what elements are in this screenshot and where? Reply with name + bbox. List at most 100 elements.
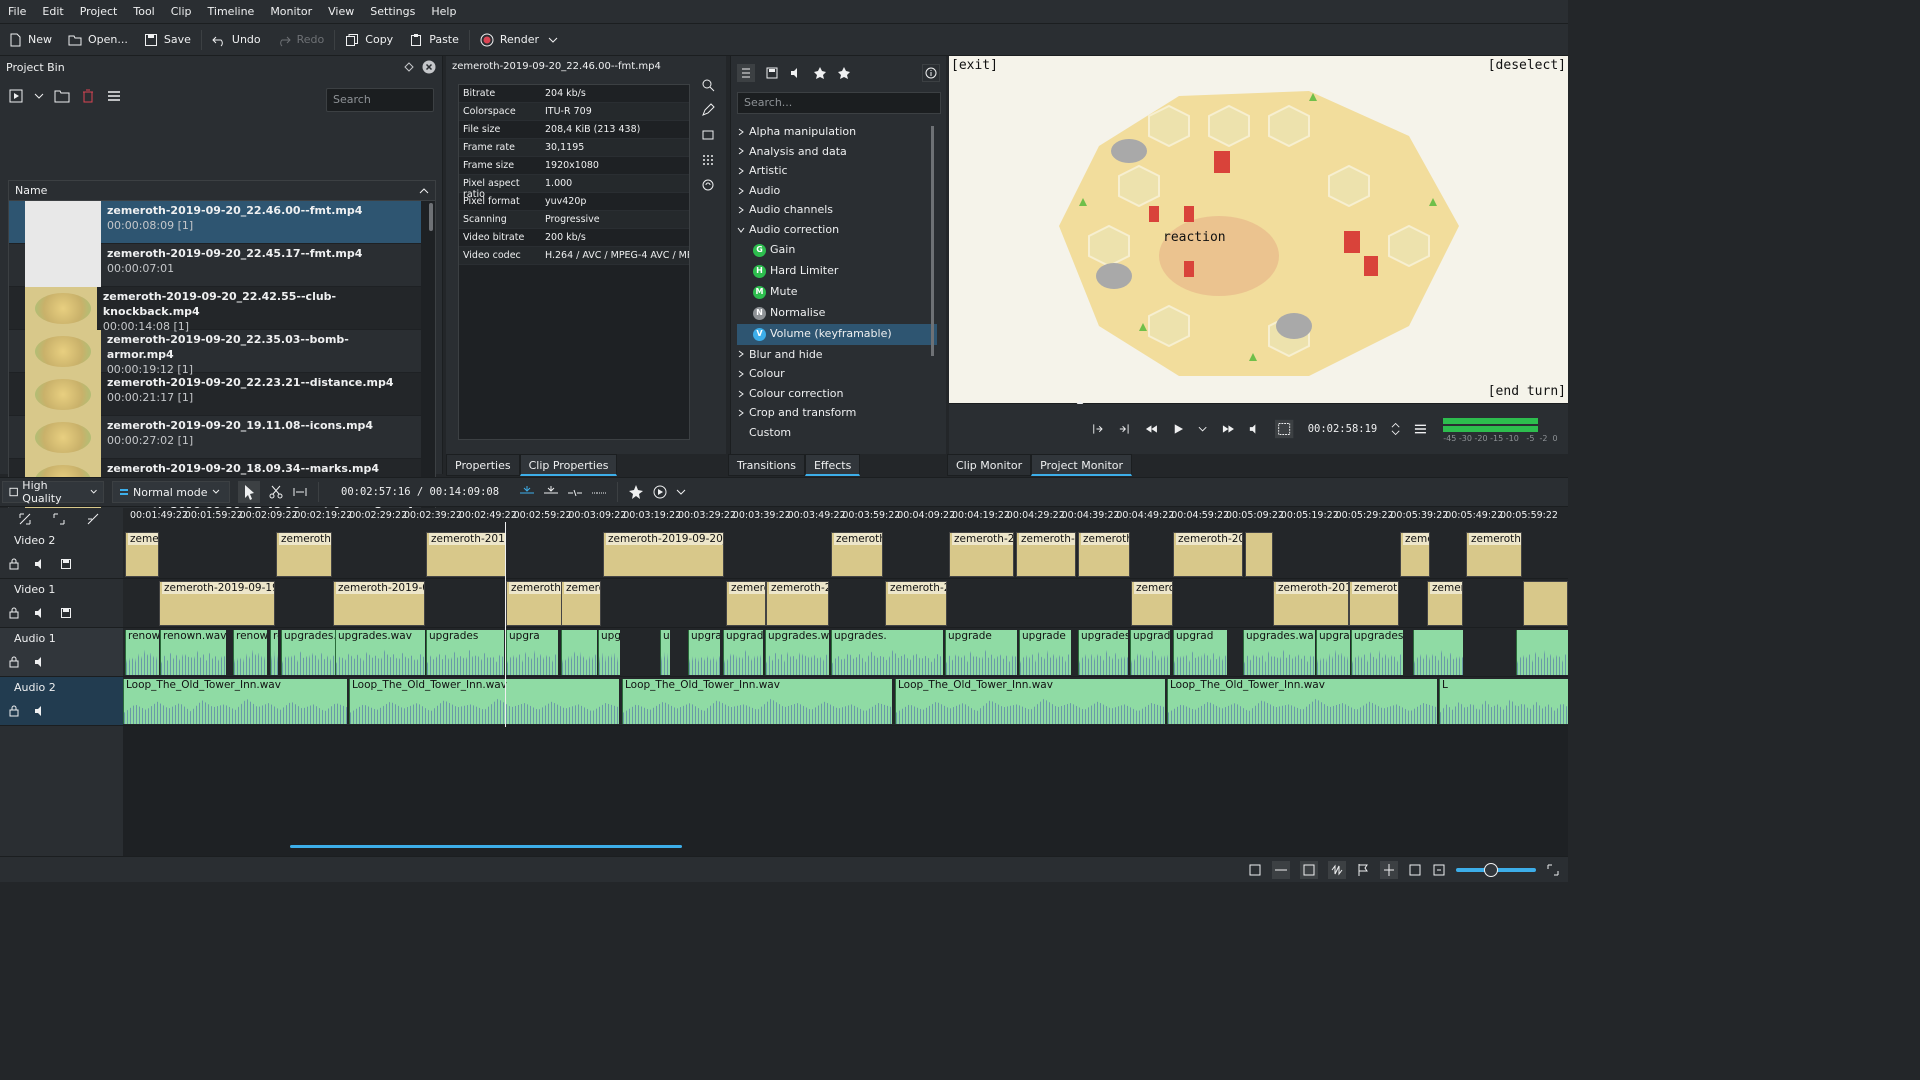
custom-effects-icon[interactable]	[813, 66, 827, 80]
effect-item[interactable]: G Gain	[737, 240, 937, 261]
audio-clip[interactable]: upgrade	[945, 630, 1017, 675]
new-button[interactable]: New	[0, 24, 60, 56]
video-clip[interactable]: zemeroth-2019-09-20_12	[603, 532, 724, 577]
audio-clip[interactable]: upgrades.w	[1078, 630, 1128, 675]
speaker-icon[interactable]	[34, 705, 46, 717]
expand-tracks-icon[interactable]	[52, 512, 66, 526]
video-clip[interactable]: zemeroth-20	[1016, 532, 1076, 577]
effect-category[interactable]: Artistic	[737, 161, 937, 181]
audio-clip[interactable]: upgrades.w	[1351, 630, 1403, 675]
video-clip[interactable]: zemeroth-2019-09-	[333, 581, 425, 626]
effect-category[interactable]: Colour correction	[737, 384, 937, 404]
favorite-star-icon[interactable]	[628, 484, 644, 500]
track-lane-audio-1[interactable]: renown.wav renown.wav renow renown.w upgrade…	[123, 628, 1568, 677]
video-clip[interactable]: zemero	[726, 581, 766, 626]
track-lane-video-2[interactable]: zemero zemeroth-2 zemeroth-2019-0 zemeroth-…	[123, 530, 1568, 579]
insert-clip-icon[interactable]	[519, 484, 535, 500]
video-clip[interactable]: zemeroth-201	[949, 532, 1014, 577]
video-clip[interactable]: zemeroth-2019	[1273, 581, 1349, 626]
audio-effects-icon[interactable]	[789, 66, 803, 80]
menu-icon[interactable]	[106, 88, 122, 104]
audio-clip[interactable]: upgrades.wav	[765, 630, 829, 675]
audio-clip[interactable]: upgrades.wa	[688, 630, 720, 675]
audio-clip[interactable]: L	[1439, 679, 1568, 724]
audio-clip[interactable]: upgrad	[1173, 630, 1227, 675]
video-clip[interactable]: zemeroth-20	[766, 581, 829, 626]
delete-icon[interactable]	[80, 88, 96, 104]
lift-icon[interactable]	[591, 484, 607, 500]
audio-clip[interactable]: upgrades.wav	[335, 630, 425, 675]
audio-clip[interactable]: Loop_The_Old_Tower_Inn.wav	[123, 679, 347, 724]
grid-icon[interactable]	[701, 153, 715, 167]
list-icon[interactable]	[737, 64, 755, 82]
zone-icon[interactable]	[1275, 419, 1294, 439]
effect-category[interactable]: Audio channels	[737, 200, 937, 220]
audio-clip[interactable]	[561, 630, 597, 675]
float-panel-icon[interactable]	[404, 62, 414, 72]
bin-column-header[interactable]: Name	[9, 181, 435, 201]
hamburger-menu-icon[interactable]	[1414, 422, 1427, 436]
edit-mode-select[interactable]: Normal mode	[112, 481, 230, 503]
fit-zoom-icon[interactable]	[18, 512, 32, 526]
track-header-video-1[interactable]: Video 1	[0, 579, 123, 628]
video-clip[interactable]: zemer	[1400, 532, 1430, 577]
monitor-timecode[interactable]: 00:02:58:19	[1308, 423, 1378, 435]
effects-scrollbar[interactable]	[931, 126, 934, 356]
empty-timeline-area[interactable]	[123, 726, 1568, 856]
zoom-fit-icon[interactable]	[1408, 863, 1422, 877]
video-thumbnails-icon[interactable]	[1300, 860, 1318, 879]
edit-icon[interactable]	[701, 103, 715, 117]
undo-button[interactable]: Undo	[204, 24, 269, 56]
audio-clip[interactable]: renown.wav	[160, 630, 226, 675]
audio-clip[interactable]: upgrades.wav	[1316, 630, 1350, 675]
audio-clip[interactable]: Loop_The_Old_Tower_Inn.wav	[349, 679, 619, 724]
audio-clip[interactable]: upgrades.wav	[1130, 630, 1170, 675]
audio-clip[interactable]: Loop_The_Old_Tower_Inn.wav	[622, 679, 892, 724]
audio-clip[interactable]: upgrades.wa	[1243, 630, 1315, 675]
video-clip[interactable]: zemero	[125, 532, 159, 577]
effect-category[interactable]: Analysis and data	[737, 142, 937, 162]
zoom-slider-handle[interactable]	[1484, 862, 1498, 877]
tab-effects[interactable]: Effects	[804, 454, 861, 476]
zoom-out-icon[interactable]	[1432, 863, 1446, 877]
bin-search-input[interactable]: Search	[326, 88, 434, 112]
snap-icon[interactable]	[1248, 863, 1262, 877]
bin-clip-item[interactable]: zemeroth-2019-09-20_22.42.55--club-knock…	[9, 287, 421, 333]
video-clip[interactable]: zemero	[1427, 581, 1463, 626]
speaker-icon[interactable]	[34, 607, 46, 619]
effect-category[interactable]: Crop and transform	[737, 403, 937, 423]
razor-tool-icon[interactable]	[268, 484, 284, 500]
menu-clip[interactable]: Clip	[163, 0, 200, 24]
lock-icon[interactable]	[8, 705, 20, 717]
split-audio-icon[interactable]	[86, 512, 100, 526]
tab-clip-monitor[interactable]: Clip Monitor	[947, 454, 1032, 476]
track-header-video-2[interactable]: Video 2	[0, 530, 123, 579]
menu-tool[interactable]: Tool	[125, 0, 162, 24]
video-clip[interactable]: zemeroth-2	[1466, 532, 1522, 577]
effect-item[interactable]: V Volume (keyframable)	[737, 323, 937, 345]
menu-monitor[interactable]: Monitor	[262, 0, 320, 24]
bin-scrollbar[interactable]	[429, 203, 433, 231]
chevron-down-icon[interactable]	[34, 91, 44, 101]
video-clip[interactable]: zemeroth	[561, 581, 601, 626]
effect-item[interactable]: N Normalise	[737, 303, 937, 324]
lock-icon[interactable]	[8, 607, 20, 619]
add-clip-icon[interactable]	[8, 88, 24, 104]
video-clip[interactable]: zemeroth-20	[885, 581, 947, 626]
effect-category[interactable]: Colour	[737, 364, 937, 384]
frame-icon[interactable]	[701, 128, 715, 142]
audio-clip[interactable]: Loop_The_Old_Tower_Inn.wav	[895, 679, 1165, 724]
favorites-icon[interactable]	[837, 66, 851, 80]
video-clip[interactable]: zemeroth-201	[1173, 532, 1243, 577]
timeline-position[interactable]: 00:02:57:16 / 00:14:09:08	[341, 486, 499, 498]
search-icon[interactable]	[701, 78, 715, 92]
menu-timeline[interactable]: Timeline	[200, 0, 263, 24]
video-clip[interactable]	[1523, 581, 1568, 626]
audio-clip[interactable]: renown.w	[270, 630, 278, 675]
audio-clip[interactable]: upgrades	[426, 630, 504, 675]
render-button[interactable]: Render	[472, 24, 547, 56]
film-icon[interactable]	[60, 558, 72, 570]
menu-edit[interactable]: Edit	[34, 0, 71, 24]
video-clip[interactable]: zemeroth-2	[1078, 532, 1130, 577]
tab-transitions[interactable]: Transitions	[728, 454, 805, 476]
